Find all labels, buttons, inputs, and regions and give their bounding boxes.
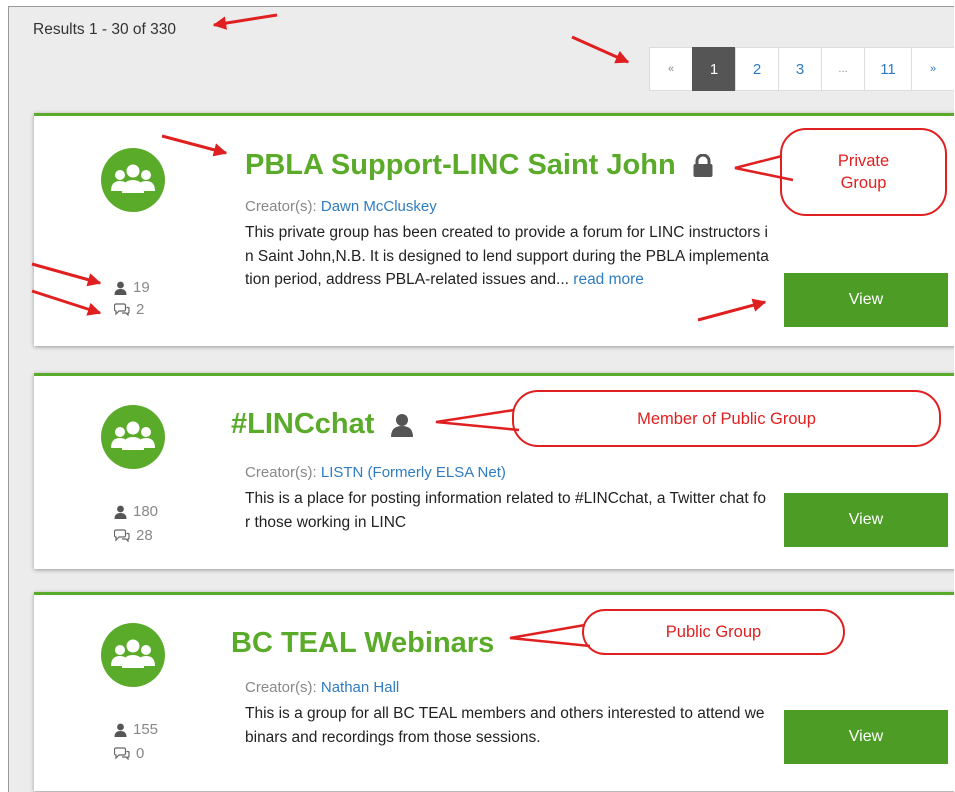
member-count-value: 155 bbox=[133, 721, 159, 738]
group-icon bbox=[101, 148, 165, 212]
private-group-callout: Private Group bbox=[780, 128, 947, 216]
page-3-button[interactable]: 3 bbox=[778, 47, 822, 91]
page-1-button[interactable]: 1 bbox=[692, 47, 736, 91]
group-description: This is a group for all BC TEAL members … bbox=[245, 702, 770, 749]
discussion-count: 0 bbox=[114, 745, 144, 762]
member-count: 155 bbox=[114, 721, 158, 738]
creator-line: Creator(s): Dawn McCluskey bbox=[245, 198, 437, 215]
lock-icon bbox=[693, 153, 713, 177]
discussion-count: 28 bbox=[114, 527, 153, 544]
creator-link[interactable]: LISTN (Formerly ELSA Net) bbox=[321, 464, 506, 481]
group-title-link[interactable]: BC TEAL Webinars bbox=[231, 627, 494, 660]
results-count: Results 1 - 30 of 330 bbox=[33, 21, 177, 38]
page-11-button[interactable]: 11 bbox=[864, 47, 912, 91]
group-icon bbox=[101, 405, 165, 469]
group-title: BC TEAL Webinars bbox=[231, 627, 494, 660]
member-icon bbox=[391, 413, 414, 437]
group-title: PBLA Support-LINC Saint John bbox=[245, 149, 714, 182]
description-text: This private group has been created to p… bbox=[245, 224, 769, 288]
group-title: #LINCchat bbox=[231, 408, 414, 441]
creator-label: Creator(s): bbox=[245, 679, 317, 696]
member-count-value: 19 bbox=[133, 279, 150, 296]
creator-line: Creator(s): Nathan Hall bbox=[245, 679, 399, 696]
view-button[interactable]: View bbox=[784, 493, 948, 547]
public-group-callout: Public Group bbox=[582, 609, 845, 655]
user-icon bbox=[114, 505, 127, 519]
member-count: 19 bbox=[114, 279, 150, 296]
user-icon bbox=[114, 281, 127, 295]
member-count: 180 bbox=[114, 503, 158, 520]
discussion-count-value: 0 bbox=[136, 745, 145, 762]
member-public-group-callout: Member of Public Group bbox=[512, 390, 941, 447]
description-text: This is a place for posting information … bbox=[245, 490, 766, 531]
group-title-link[interactable]: PBLA Support-LINC Saint John bbox=[245, 149, 676, 182]
creator-label: Creator(s): bbox=[245, 198, 317, 215]
creator-line: Creator(s): LISTN (Formerly ELSA Net) bbox=[245, 464, 506, 481]
discussion-count: 2 bbox=[114, 301, 144, 318]
group-description: This is a place for posting information … bbox=[245, 487, 770, 534]
creator-label: Creator(s): bbox=[245, 464, 317, 481]
read-more-link[interactable]: read more bbox=[573, 271, 644, 288]
group-title-link[interactable]: #LINCchat bbox=[231, 408, 374, 441]
comments-icon bbox=[114, 747, 130, 760]
next-page-button[interactable]: » bbox=[911, 47, 954, 91]
page-ellipsis: ... bbox=[821, 47, 865, 91]
member-count-value: 180 bbox=[133, 503, 159, 520]
discussion-count-value: 28 bbox=[136, 527, 153, 544]
comments-icon bbox=[114, 529, 130, 542]
prev-page-button[interactable]: « bbox=[649, 47, 693, 91]
user-icon bbox=[114, 723, 127, 737]
pagination: « 1 2 3 ... 11 » bbox=[649, 47, 954, 91]
creator-link[interactable]: Nathan Hall bbox=[321, 679, 399, 696]
view-button[interactable]: View bbox=[784, 710, 948, 764]
discussion-count-value: 2 bbox=[136, 301, 145, 318]
group-description: This private group has been created to p… bbox=[245, 221, 770, 292]
view-button[interactable]: View bbox=[784, 273, 948, 327]
group-icon bbox=[101, 623, 165, 687]
comments-icon bbox=[114, 303, 130, 316]
page-2-button[interactable]: 2 bbox=[735, 47, 779, 91]
creator-link[interactable]: Dawn McCluskey bbox=[321, 198, 437, 215]
description-text: This is a group for all BC TEAL members … bbox=[245, 705, 765, 746]
